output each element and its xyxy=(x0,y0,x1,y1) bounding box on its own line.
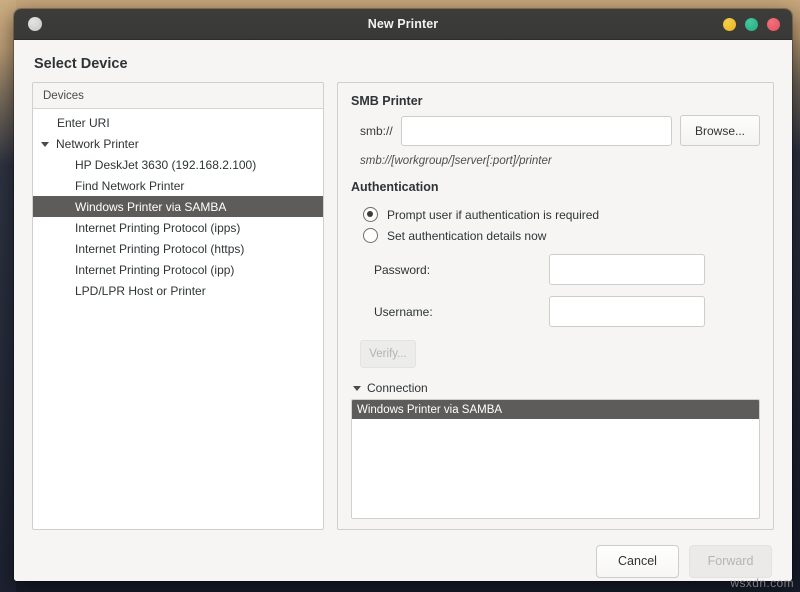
device-item-ipp-https[interactable]: Internet Printing Protocol (https) xyxy=(33,238,323,259)
device-item-ipp[interactable]: Internet Printing Protocol (ipp) xyxy=(33,259,323,280)
device-item-label: Enter URI xyxy=(57,116,110,130)
devices-column-header: Devices xyxy=(33,83,323,109)
password-row: Password: xyxy=(351,254,760,285)
device-group-network-printer[interactable]: Network Printer xyxy=(33,133,323,154)
smb-uri-prefix-label: smb:// xyxy=(351,124,393,138)
username-field[interactable] xyxy=(549,296,705,327)
auth-option-label: Set authentication details now xyxy=(387,229,546,243)
window-menu-dot-icon[interactable] xyxy=(28,17,42,31)
device-item-label: Find Network Printer xyxy=(75,179,184,193)
device-item-enter-uri[interactable]: Enter URI xyxy=(33,112,323,133)
smb-printer-panel: SMB Printer smb:// Browse... smb://[work… xyxy=(337,82,774,530)
device-item-lpd-lpr[interactable]: LPD/LPR Host or Printer xyxy=(33,280,323,301)
window-titlebar[interactable]: New Printer xyxy=(14,9,792,40)
authentication-section-title: Authentication xyxy=(351,180,760,194)
radio-unselected-icon[interactable] xyxy=(363,228,378,243)
auth-option-label: Prompt user if authentication is require… xyxy=(387,208,599,222)
auth-option-prompt-user[interactable]: Prompt user if authentication is require… xyxy=(351,207,760,222)
window-controls xyxy=(723,18,782,31)
smb-uri-input[interactable] xyxy=(401,116,672,146)
maximize-button-icon[interactable] xyxy=(745,18,758,31)
password-label: Password: xyxy=(374,263,549,277)
dialog-content: Select Device Devices Enter URI Network … xyxy=(14,40,792,581)
watermark-text: wsxdn.com xyxy=(730,576,794,590)
device-item-label: Windows Printer via SAMBA xyxy=(75,200,226,214)
chevron-down-icon[interactable] xyxy=(353,386,361,391)
device-item-label: Internet Printing Protocol (https) xyxy=(75,242,244,256)
connection-section-label: Connection xyxy=(367,381,428,395)
device-item-find-network-printer[interactable]: Find Network Printer xyxy=(33,175,323,196)
device-item-label: Internet Printing Protocol (ipp) xyxy=(75,263,234,277)
username-label: Username: xyxy=(374,305,549,319)
smb-section-title: SMB Printer xyxy=(351,94,760,108)
username-row: Username: xyxy=(351,296,760,327)
page-title: Select Device xyxy=(34,56,774,72)
device-item-hp-deskjet-3630[interactable]: HP DeskJet 3630 (192.168.2.100) xyxy=(33,154,323,175)
radio-selected-icon[interactable] xyxy=(363,207,378,222)
desktop-background: New Printer Select Device Devices Enter … xyxy=(0,0,800,592)
chevron-down-icon[interactable] xyxy=(41,142,49,147)
devices-tree[interactable]: Enter URI Network Printer HP DeskJet 363… xyxy=(33,109,323,529)
device-item-label: Internet Printing Protocol (ipps) xyxy=(75,221,240,235)
devices-panel: Devices Enter URI Network Printer HP Des… xyxy=(32,82,324,530)
browse-button[interactable]: Browse... xyxy=(680,115,760,146)
minimize-button-icon[interactable] xyxy=(723,18,736,31)
window-title: New Printer xyxy=(14,17,792,31)
device-item-label: HP DeskJet 3630 (192.168.2.100) xyxy=(75,158,256,172)
forward-button: Forward xyxy=(689,545,772,578)
new-printer-window: New Printer Select Device Devices Enter … xyxy=(14,9,792,581)
auth-option-set-details-now[interactable]: Set authentication details now xyxy=(351,228,760,243)
device-item-label: Network Printer xyxy=(56,137,139,151)
password-field[interactable] xyxy=(549,254,705,285)
dialog-footer: Cancel Forward xyxy=(32,530,774,581)
connection-item-label: Windows Printer via SAMBA xyxy=(357,404,502,416)
smb-uri-row: smb:// Browse... xyxy=(351,115,760,146)
device-item-ipp-secure[interactable]: Internet Printing Protocol (ipps) xyxy=(33,217,323,238)
connection-list-item[interactable]: Windows Printer via SAMBA xyxy=(352,400,759,419)
cancel-button[interactable]: Cancel xyxy=(596,545,679,578)
panes-container: Devices Enter URI Network Printer HP Des… xyxy=(32,82,774,530)
device-item-windows-printer-via-samba[interactable]: Windows Printer via SAMBA xyxy=(33,196,323,217)
verify-button: Verify... xyxy=(360,340,416,368)
device-item-label: LPD/LPR Host or Printer xyxy=(75,284,206,298)
connection-section-header[interactable]: Connection xyxy=(353,381,760,395)
close-button-icon[interactable] xyxy=(767,18,780,31)
connection-list[interactable]: Windows Printer via SAMBA xyxy=(351,399,760,519)
smb-uri-hint: smb://[workgroup/]server[:port]/printer xyxy=(360,155,760,167)
